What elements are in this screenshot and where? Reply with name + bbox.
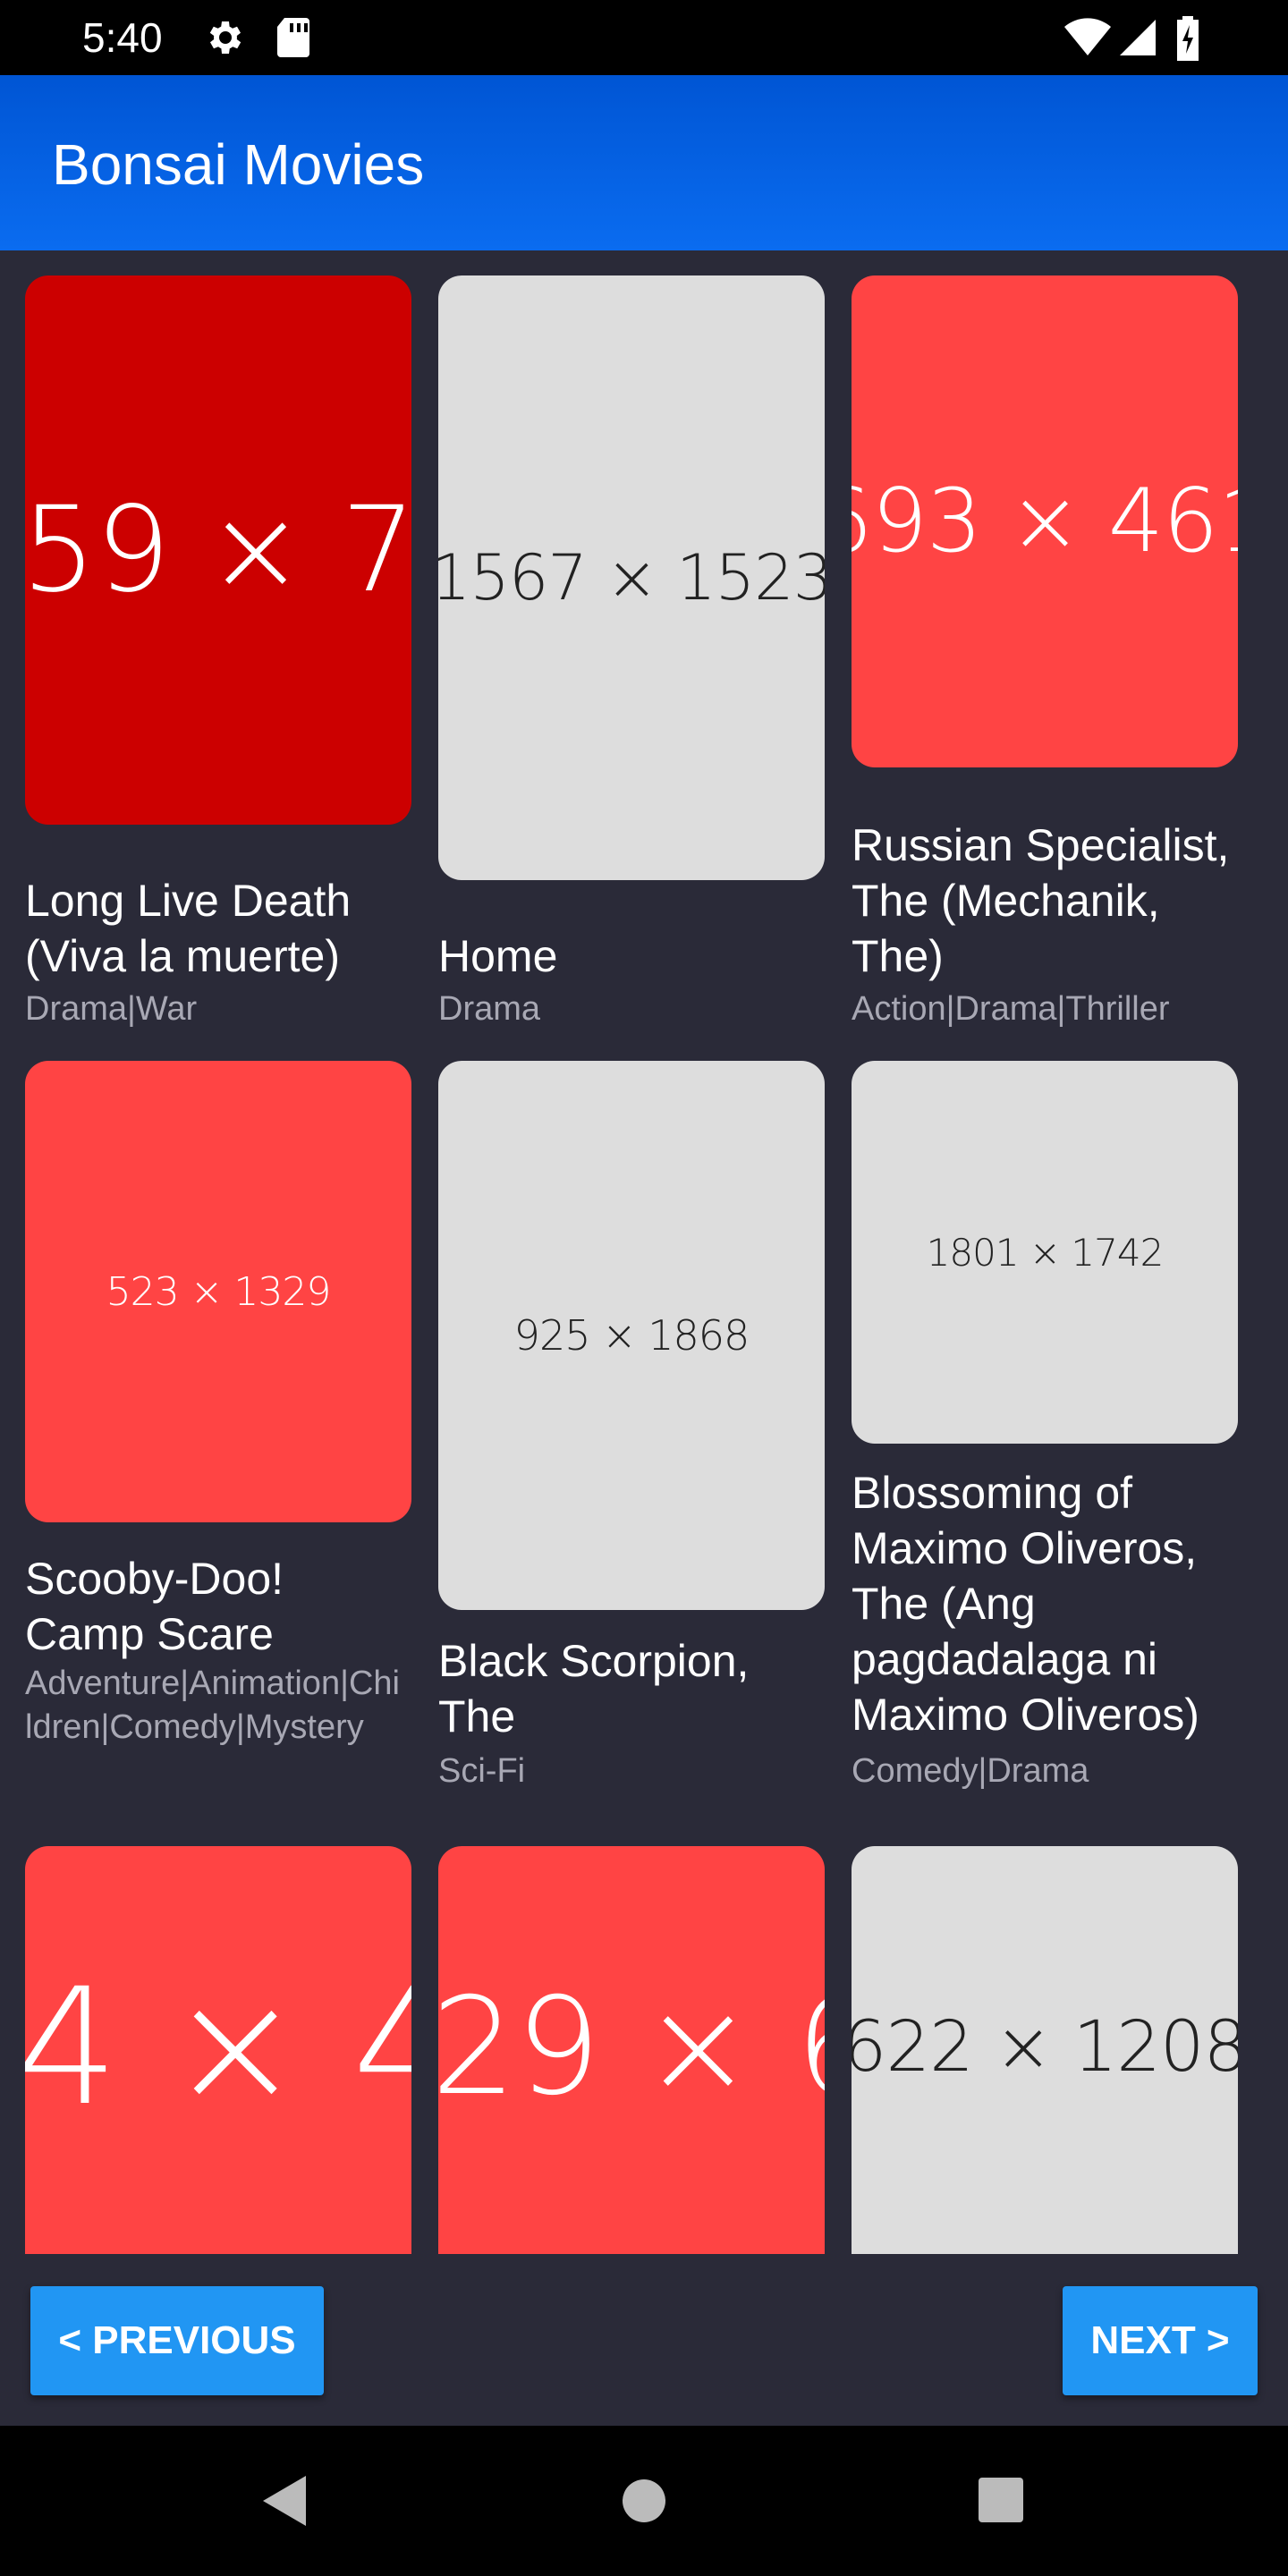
next-page-button[interactable]: NEXT > xyxy=(1063,2286,1258,2395)
sd-card-icon xyxy=(274,16,313,64)
system-nav-bar xyxy=(0,2426,1288,2576)
movie-genres: Sci-Fi xyxy=(438,1752,526,1790)
movie-poster[interactable]: 459 × 75 xyxy=(25,275,411,825)
movie-title: Blossoming of Maximo Oliveros, The (Ang … xyxy=(852,1468,1199,1740)
settings-icon xyxy=(202,16,245,64)
app-title: Bonsai Movies xyxy=(52,132,425,197)
movie-poster[interactable]: 1567 × 1523 xyxy=(438,275,825,880)
movie-genres: Adventure|Animation|Children|Comedy|Myst… xyxy=(25,1665,400,1746)
movie-genres: Comedy|Drama xyxy=(852,1752,1089,1790)
poster-label: 1567 × 1523 xyxy=(438,541,825,614)
movie-title: Long Live Death (Viva la muerte) xyxy=(25,876,352,981)
movie-poster[interactable]: 523 × 1329 xyxy=(25,1061,411,1522)
status-time: 5:40 xyxy=(82,14,163,61)
movie-genres: Action|Drama|Thriller xyxy=(852,990,1170,1028)
status-bar: 5:40 xyxy=(0,0,1288,75)
movie-genres: Drama|War xyxy=(25,990,198,1028)
movie-poster[interactable]: 4 × 4 xyxy=(25,1846,411,2254)
movie-title: Russian Specialist, The (Mechanik, The) xyxy=(852,820,1230,981)
movie-grid[interactable]: 459 × 75 Long Live Death (Viva la muerte… xyxy=(0,250,1288,2254)
movie-poster[interactable]: 622 × 1208 xyxy=(852,1846,1238,2254)
wifi-icon xyxy=(1063,16,1113,64)
cell-signal-icon xyxy=(1118,16,1157,64)
poster-label: 29 × 65 xyxy=(438,1970,825,2125)
movie-poster[interactable]: 1801 × 1742 xyxy=(852,1061,1238,1444)
poster-label: 693 × 461 xyxy=(852,470,1238,572)
movie-title: Home xyxy=(438,931,558,981)
poster-label: 1801 × 1742 xyxy=(926,1230,1165,1275)
movie-poster[interactable]: 693 × 461 xyxy=(852,275,1238,767)
poster-label: 523 × 1329 xyxy=(106,1268,332,1315)
battery-charging-icon xyxy=(1175,16,1200,65)
app-bar: Bonsai Movies xyxy=(0,75,1288,250)
movie-genres: Drama xyxy=(438,990,541,1028)
movie-title: Black Scorpion, The xyxy=(438,1636,750,1741)
previous-page-button[interactable]: < PREVIOUS xyxy=(30,2286,324,2395)
poster-label: 925 × 1868 xyxy=(513,1311,750,1360)
back-icon[interactable] xyxy=(259,2472,309,2534)
poster-label: 459 × 75 xyxy=(25,481,411,619)
movie-title: Scooby-Doo! Camp Scare xyxy=(25,1554,284,1659)
recents-icon[interactable] xyxy=(977,2472,1025,2534)
home-icon[interactable] xyxy=(621,2472,667,2534)
movie-poster[interactable]: 29 × 65 xyxy=(438,1846,825,2254)
poster-label: 622 × 1208 xyxy=(852,2007,1238,2088)
movie-poster[interactable]: 925 × 1868 xyxy=(438,1061,825,1610)
poster-label: 4 × 4 xyxy=(25,1953,411,2141)
